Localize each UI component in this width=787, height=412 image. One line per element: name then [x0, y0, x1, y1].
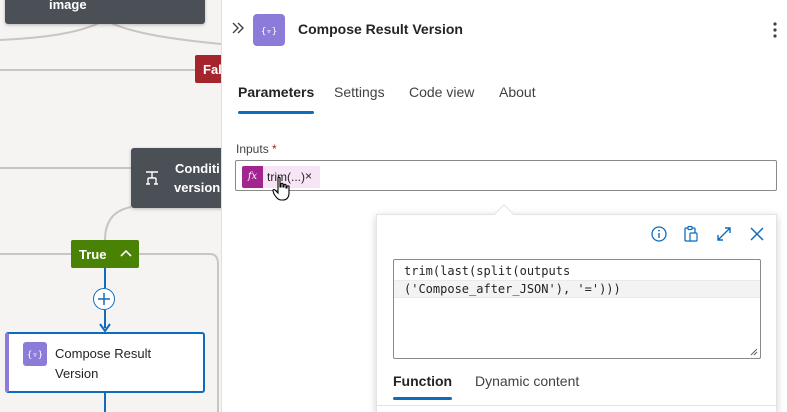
condition-icon: [146, 171, 158, 185]
tab-code-view[interactable]: Code view: [409, 84, 474, 100]
inputs-label: Inputs *: [236, 142, 277, 156]
popup-divider: [377, 405, 776, 406]
info-icon[interactable]: [650, 225, 668, 243]
tab-settings[interactable]: Settings: [334, 84, 385, 100]
remove-token-button[interactable]: ×: [305, 169, 312, 183]
false-branch-label: Fal: [203, 62, 221, 77]
plus-icon: [98, 293, 110, 305]
inputs-label-text: Inputs: [236, 142, 269, 156]
expand-icon[interactable]: [715, 225, 733, 243]
paste-icon[interactable]: [682, 225, 700, 243]
more-options-icon[interactable]: [769, 21, 781, 39]
svg-text:{▿}: {▿}: [27, 351, 43, 361]
designer-canvas[interactable]: image Fal Conditi version True {▿} Compo…: [0, 0, 221, 412]
false-branch-badge[interactable]: Fal: [195, 55, 221, 83]
svg-text:{▿}: {▿}: [261, 27, 277, 37]
compose-action-icon: {▿}: [253, 14, 285, 46]
popup-caret: [494, 204, 514, 224]
condition-node-label-line1: Conditi: [175, 161, 220, 176]
function-fx-icon: fx: [242, 166, 263, 188]
hand-pointer-cursor-icon: [272, 176, 290, 201]
compose-node-label-line1: Compose Result: [55, 346, 152, 361]
compose-result-version-node[interactable]: {▿} Compose Result Version: [5, 332, 205, 393]
action-details-panel: {▿} Compose Result Version Parameters Se…: [221, 0, 787, 412]
add-action-button[interactable]: [93, 288, 115, 310]
image-action-node[interactable]: image: [5, 0, 205, 24]
required-mark: *: [272, 142, 277, 156]
compose-icon: {▿}: [23, 342, 47, 366]
condition-node[interactable]: Conditi version: [131, 148, 221, 208]
tab-parameters[interactable]: Parameters: [238, 84, 315, 114]
tab-dynamic-content[interactable]: Dynamic content: [475, 373, 579, 389]
tab-function[interactable]: Function: [393, 373, 453, 400]
expression-input[interactable]: trim(last(split(outputs ('Compose_after_…: [393, 259, 761, 359]
panel-title: Compose Result Version: [298, 21, 463, 37]
tab-about[interactable]: About: [499, 84, 536, 100]
expression-editor-popup: trim(last(split(outputs ('Compose_after_…: [376, 204, 777, 412]
true-branch-badge[interactable]: True: [71, 240, 139, 268]
expression-line-2: ('Compose_after_JSON'), '='))): [404, 282, 621, 296]
inputs-field[interactable]: fx trim(...) ×: [235, 160, 777, 191]
collapse-panel-icon[interactable]: [230, 20, 246, 36]
close-icon[interactable]: [748, 225, 766, 243]
resize-handle-icon[interactable]: [749, 347, 758, 356]
compose-node-label-line2: Version: [55, 366, 99, 381]
expression-line-1: trim(last(split(outputs: [404, 264, 571, 278]
condition-node-label-line2: version: [174, 180, 221, 195]
chevron-up-icon[interactable]: [119, 246, 133, 260]
image-node-label: image: [49, 0, 87, 12]
true-branch-label: True: [79, 247, 107, 262]
